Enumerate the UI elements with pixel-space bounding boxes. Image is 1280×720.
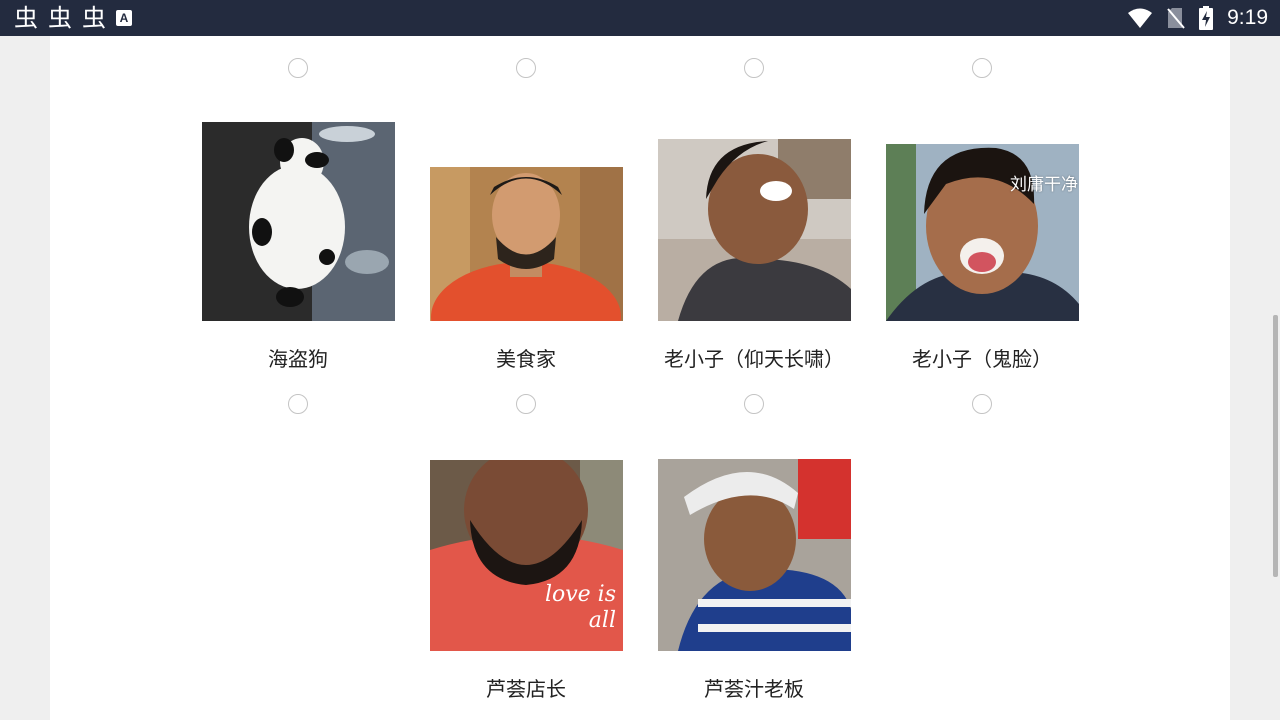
- sticker-thumbnail[interactable]: 刘庸干净: [886, 144, 1079, 321]
- sticker-thumbnail[interactable]: love is all: [430, 460, 623, 651]
- item-label: 老小子（仰天长啸）: [664, 347, 844, 371]
- sticker-thumbnail[interactable]: [202, 122, 395, 321]
- choice-radio[interactable]: [288, 58, 308, 78]
- choice-radio[interactable]: [516, 58, 536, 78]
- a-badge-icon: A: [116, 10, 132, 26]
- choice-radio[interactable]: [972, 394, 992, 414]
- notification-bug-icon: 虫: [48, 4, 72, 32]
- status-bar-left: 虫 虫 虫 A: [14, 5, 132, 31]
- no-sim-icon: [1167, 8, 1185, 29]
- notification-bug-icon: 虫: [82, 4, 106, 32]
- choice-radio[interactable]: [744, 394, 764, 414]
- scrollbar-thumb[interactable]: [1273, 315, 1278, 577]
- notification-bug-icon: 虫: [14, 4, 38, 32]
- pirate-dog-image: [202, 122, 395, 321]
- choice-radio[interactable]: [516, 394, 536, 414]
- item-label: 芦荟店长: [486, 677, 566, 701]
- item-label: 芦荟汁老板: [704, 677, 804, 701]
- sticker-thumbnail[interactable]: [430, 167, 623, 321]
- choice-radio[interactable]: [744, 58, 764, 78]
- item-label: 美食家: [496, 347, 556, 371]
- laughing-guy-image: [658, 139, 851, 321]
- choice-radio[interactable]: [288, 394, 308, 414]
- item-label: 海盗狗: [268, 347, 328, 371]
- wifi-icon: [1128, 8, 1153, 28]
- watermark-text: 刘庸干净: [1010, 175, 1078, 195]
- aloe-juice-boss-image: [658, 459, 851, 651]
- clock: 9:19: [1227, 6, 1268, 29]
- status-bar-right: 9:19: [1127, 4, 1268, 32]
- shirt-text: love is all: [544, 582, 616, 633]
- battery-charging-icon: [1199, 6, 1214, 30]
- food-blogger-image: [430, 167, 623, 321]
- status-bar: 虫 虫 虫 A 9:19: [0, 0, 1280, 36]
- sticker-thumbnail[interactable]: [658, 139, 851, 321]
- item-label: 老小子（鬼脸）: [912, 347, 1052, 371]
- choice-radio[interactable]: [972, 58, 992, 78]
- sticker-thumbnail[interactable]: [658, 459, 851, 651]
